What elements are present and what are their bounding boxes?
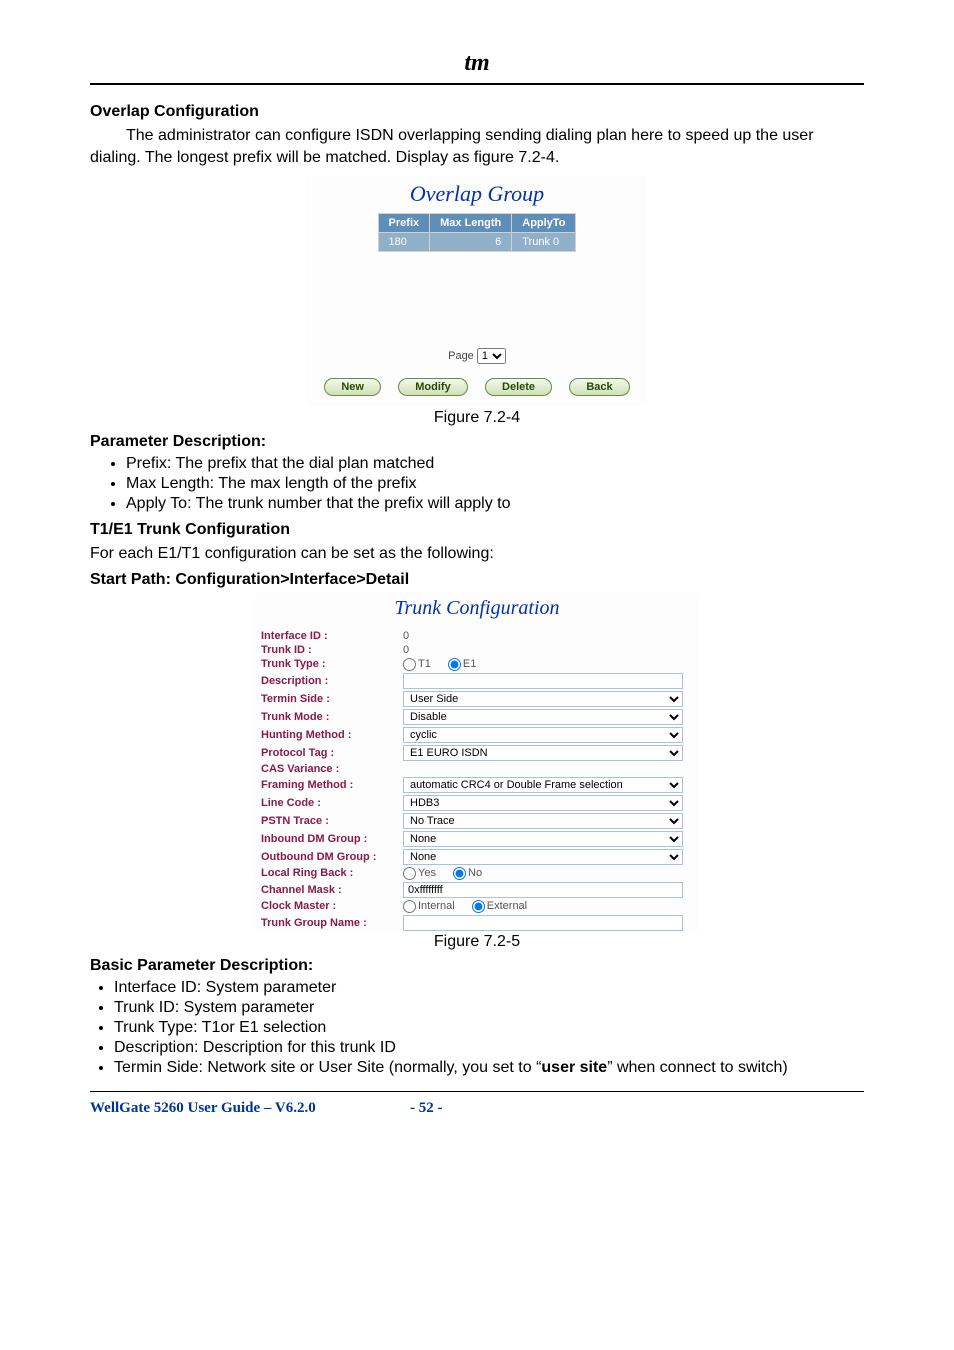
col-maxlength: Max Length	[430, 214, 512, 233]
footer-page-number: - 52 -	[410, 1100, 490, 1117]
list-item: Max Length: The max length of the prefix	[126, 475, 864, 493]
value-trunk-id: 0	[403, 644, 699, 656]
line-code-select[interactable]: HDB3	[403, 795, 683, 811]
start-path: Start Path: Configuration>Interface>Deta…	[90, 571, 864, 589]
list-item: Termin Side: Network site or User Site (…	[114, 1059, 864, 1077]
outbound-dm-select[interactable]: None	[403, 849, 683, 865]
description-input[interactable]	[403, 673, 683, 689]
label-pstn-trace: PSTN Trace :	[255, 815, 403, 827]
radio-clock-internal-label: Internal	[418, 900, 455, 912]
radio-clock-external-label: External	[487, 900, 527, 912]
list-item: Trunk ID: System parameter	[114, 999, 864, 1017]
radio-clock-external[interactable]	[472, 900, 485, 913]
modify-button[interactable]: Modify	[398, 378, 467, 396]
overlap-config-heading: Overlap Configuration	[90, 103, 864, 121]
label-hunting-method: Hunting Method :	[255, 729, 403, 741]
label-outbound-dm: Outbound DM Group :	[255, 851, 403, 863]
label-protocol-tag: Protocol Tag :	[255, 747, 403, 759]
label-local-ring-back: Local Ring Back :	[255, 867, 403, 879]
channel-mask-input[interactable]	[403, 882, 683, 898]
termin-side-select[interactable]: User Side	[403, 691, 683, 707]
protocol-tag-select[interactable]: E1 EURO ISDN	[403, 745, 683, 761]
brand-logo: tm	[464, 50, 489, 77]
radio-ringback-no[interactable]	[453, 867, 466, 880]
label-trunk-type: Trunk Type :	[255, 658, 403, 670]
trunk-group-name-input[interactable]	[403, 915, 683, 931]
bottom-divider	[90, 1091, 864, 1092]
page-label: Page	[448, 350, 474, 362]
label-framing-method: Framing Method :	[255, 779, 403, 791]
radio-ringback-no-label: No	[468, 867, 482, 879]
label-termin-side: Termin Side :	[255, 693, 403, 705]
col-applyto: ApplyTo	[512, 214, 576, 233]
basic-param-heading: Basic Parameter Description:	[90, 957, 864, 975]
label-inbound-dm: Inbound DM Group :	[255, 833, 403, 845]
t1e1-heading: T1/E1 Trunk Configuration	[90, 521, 864, 539]
figure-7-2-5-caption: Figure 7.2-5	[90, 933, 864, 951]
overlap-group-panel: Overlap Group Prefix Max Length ApplyTo …	[306, 174, 648, 407]
label-clock-master: Clock Master :	[255, 900, 403, 912]
trunk-mode-select[interactable]: Disable	[403, 709, 683, 725]
col-prefix: Prefix	[378, 214, 430, 233]
label-line-code: Line Code :	[255, 797, 403, 809]
cell-applyto: Trunk 0	[512, 233, 576, 252]
radio-ringback-yes[interactable]	[403, 867, 416, 880]
list-item: Prefix: The prefix that the dial plan ma…	[126, 455, 864, 473]
label-interface-id: Interface ID :	[255, 630, 403, 642]
framing-method-select[interactable]: automatic CRC4 or Double Frame selection	[403, 777, 683, 793]
list-item: Trunk Type: T1or E1 selection	[114, 1019, 864, 1037]
label-channel-mask: Channel Mask :	[255, 884, 403, 896]
label-trunk-group-name: Trunk Group Name :	[255, 917, 403, 929]
trunk-config-panel: Trunk Configuration Interface ID : 0 Tru…	[255, 593, 699, 931]
trunk-config-title: Trunk Configuration	[255, 593, 699, 628]
value-interface-id: 0	[403, 630, 699, 642]
overlap-group-title: Overlap Group	[307, 175, 647, 213]
delete-button[interactable]: Delete	[485, 378, 552, 396]
radio-e1[interactable]	[448, 658, 461, 671]
new-button[interactable]: New	[324, 378, 381, 396]
table-row[interactable]: 180 6 Trunk 0	[378, 233, 576, 252]
t1e1-body: For each E1/T1 configuration can be set …	[90, 543, 864, 565]
label-description: Description :	[255, 675, 403, 687]
radio-ringback-yes-label: Yes	[418, 867, 436, 879]
page-select[interactable]: 1	[477, 348, 506, 364]
list-item: Description: Description for this trunk …	[114, 1039, 864, 1057]
param-desc-heading: Parameter Description:	[90, 433, 864, 451]
cell-maxlength: 6	[430, 233, 512, 252]
radio-t1[interactable]	[403, 658, 416, 671]
radio-t1-label: T1	[418, 658, 431, 670]
page-footer: WellGate 5260 User Guide – V6.2.0 - 52 -	[90, 1100, 864, 1117]
radio-clock-internal[interactable]	[403, 900, 416, 913]
label-cas-variance: CAS Variance :	[255, 763, 403, 775]
overlap-group-table: Prefix Max Length ApplyTo 180 6 Trunk 0	[378, 213, 577, 252]
pstn-trace-select[interactable]: No Trace	[403, 813, 683, 829]
hunting-method-select[interactable]: cyclic	[403, 727, 683, 743]
label-trunk-id: Trunk ID :	[255, 644, 403, 656]
list-item: Apply To: The trunk number that the pref…	[126, 495, 864, 513]
cell-prefix: 180	[378, 233, 430, 252]
top-divider	[90, 83, 864, 85]
overlap-config-body: The administrator can configure ISDN ove…	[90, 125, 864, 168]
footer-title: WellGate 5260 User Guide – V6.2.0	[90, 1100, 410, 1117]
figure-7-2-4-caption: Figure 7.2-4	[90, 409, 864, 427]
radio-e1-label: E1	[463, 658, 476, 670]
list-item: Interface ID: System parameter	[114, 979, 864, 997]
back-button[interactable]: Back	[569, 378, 629, 396]
inbound-dm-select[interactable]: None	[403, 831, 683, 847]
label-trunk-mode: Trunk Mode :	[255, 711, 403, 723]
